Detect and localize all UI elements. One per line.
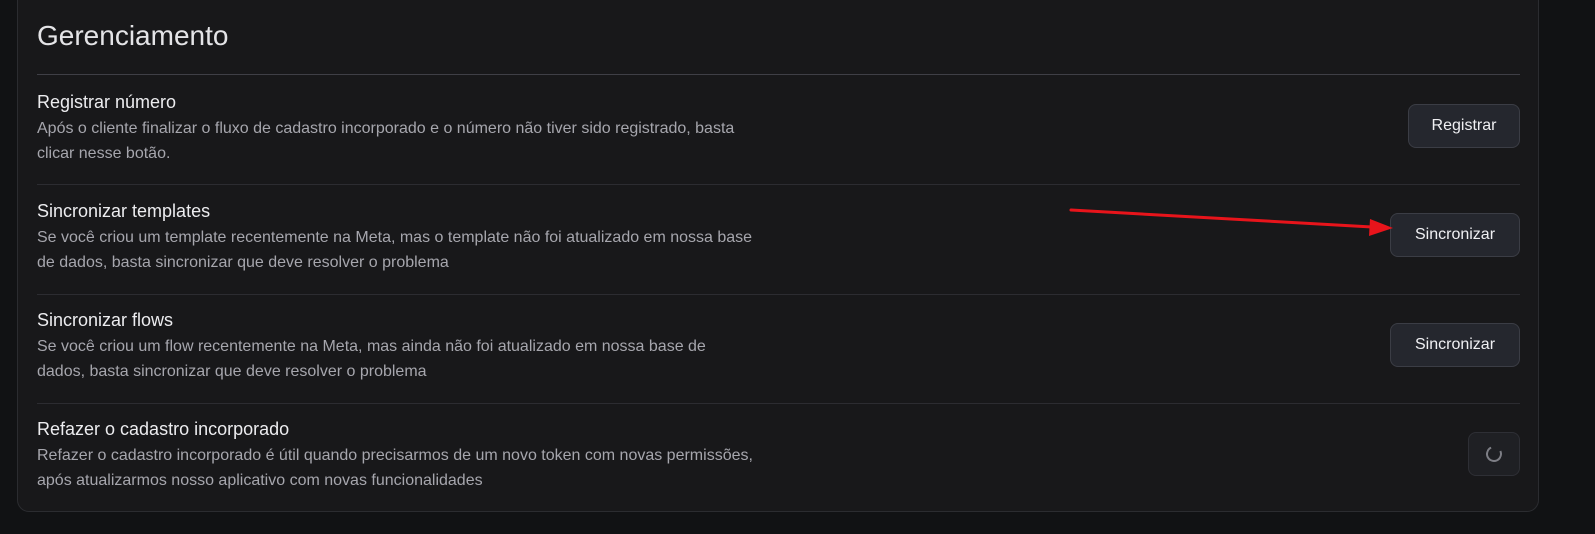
sync-templates-button[interactable]: Sincronizar [1390,213,1520,257]
row-divider [37,403,1520,404]
redo-signup-button[interactable] [1468,432,1520,476]
spinner-icon [1483,443,1505,465]
row-title: Sincronizar templates [37,201,211,221]
row-title: Refazer o cadastro incorporado [37,419,290,439]
row-title: Registrar número [37,92,177,112]
sync-flows-button[interactable]: Sincronizar [1390,323,1520,367]
row-divider [37,184,1520,185]
section-divider [37,74,1520,75]
row-description: Após o cliente finalizar o fluxo de cada… [37,120,735,162]
row-description: Refazer o cadastro incorporado é útil qu… [37,447,753,489]
row-description: Se você criou um flow recentemente na Me… [37,338,706,380]
section-title: Gerenciamento [37,20,229,51]
row-divider [37,294,1520,295]
row-description: Se você criou um template recentemente n… [37,229,753,271]
row-title: Sincronizar flows [37,310,174,330]
register-button[interactable]: Registrar [1408,104,1520,148]
